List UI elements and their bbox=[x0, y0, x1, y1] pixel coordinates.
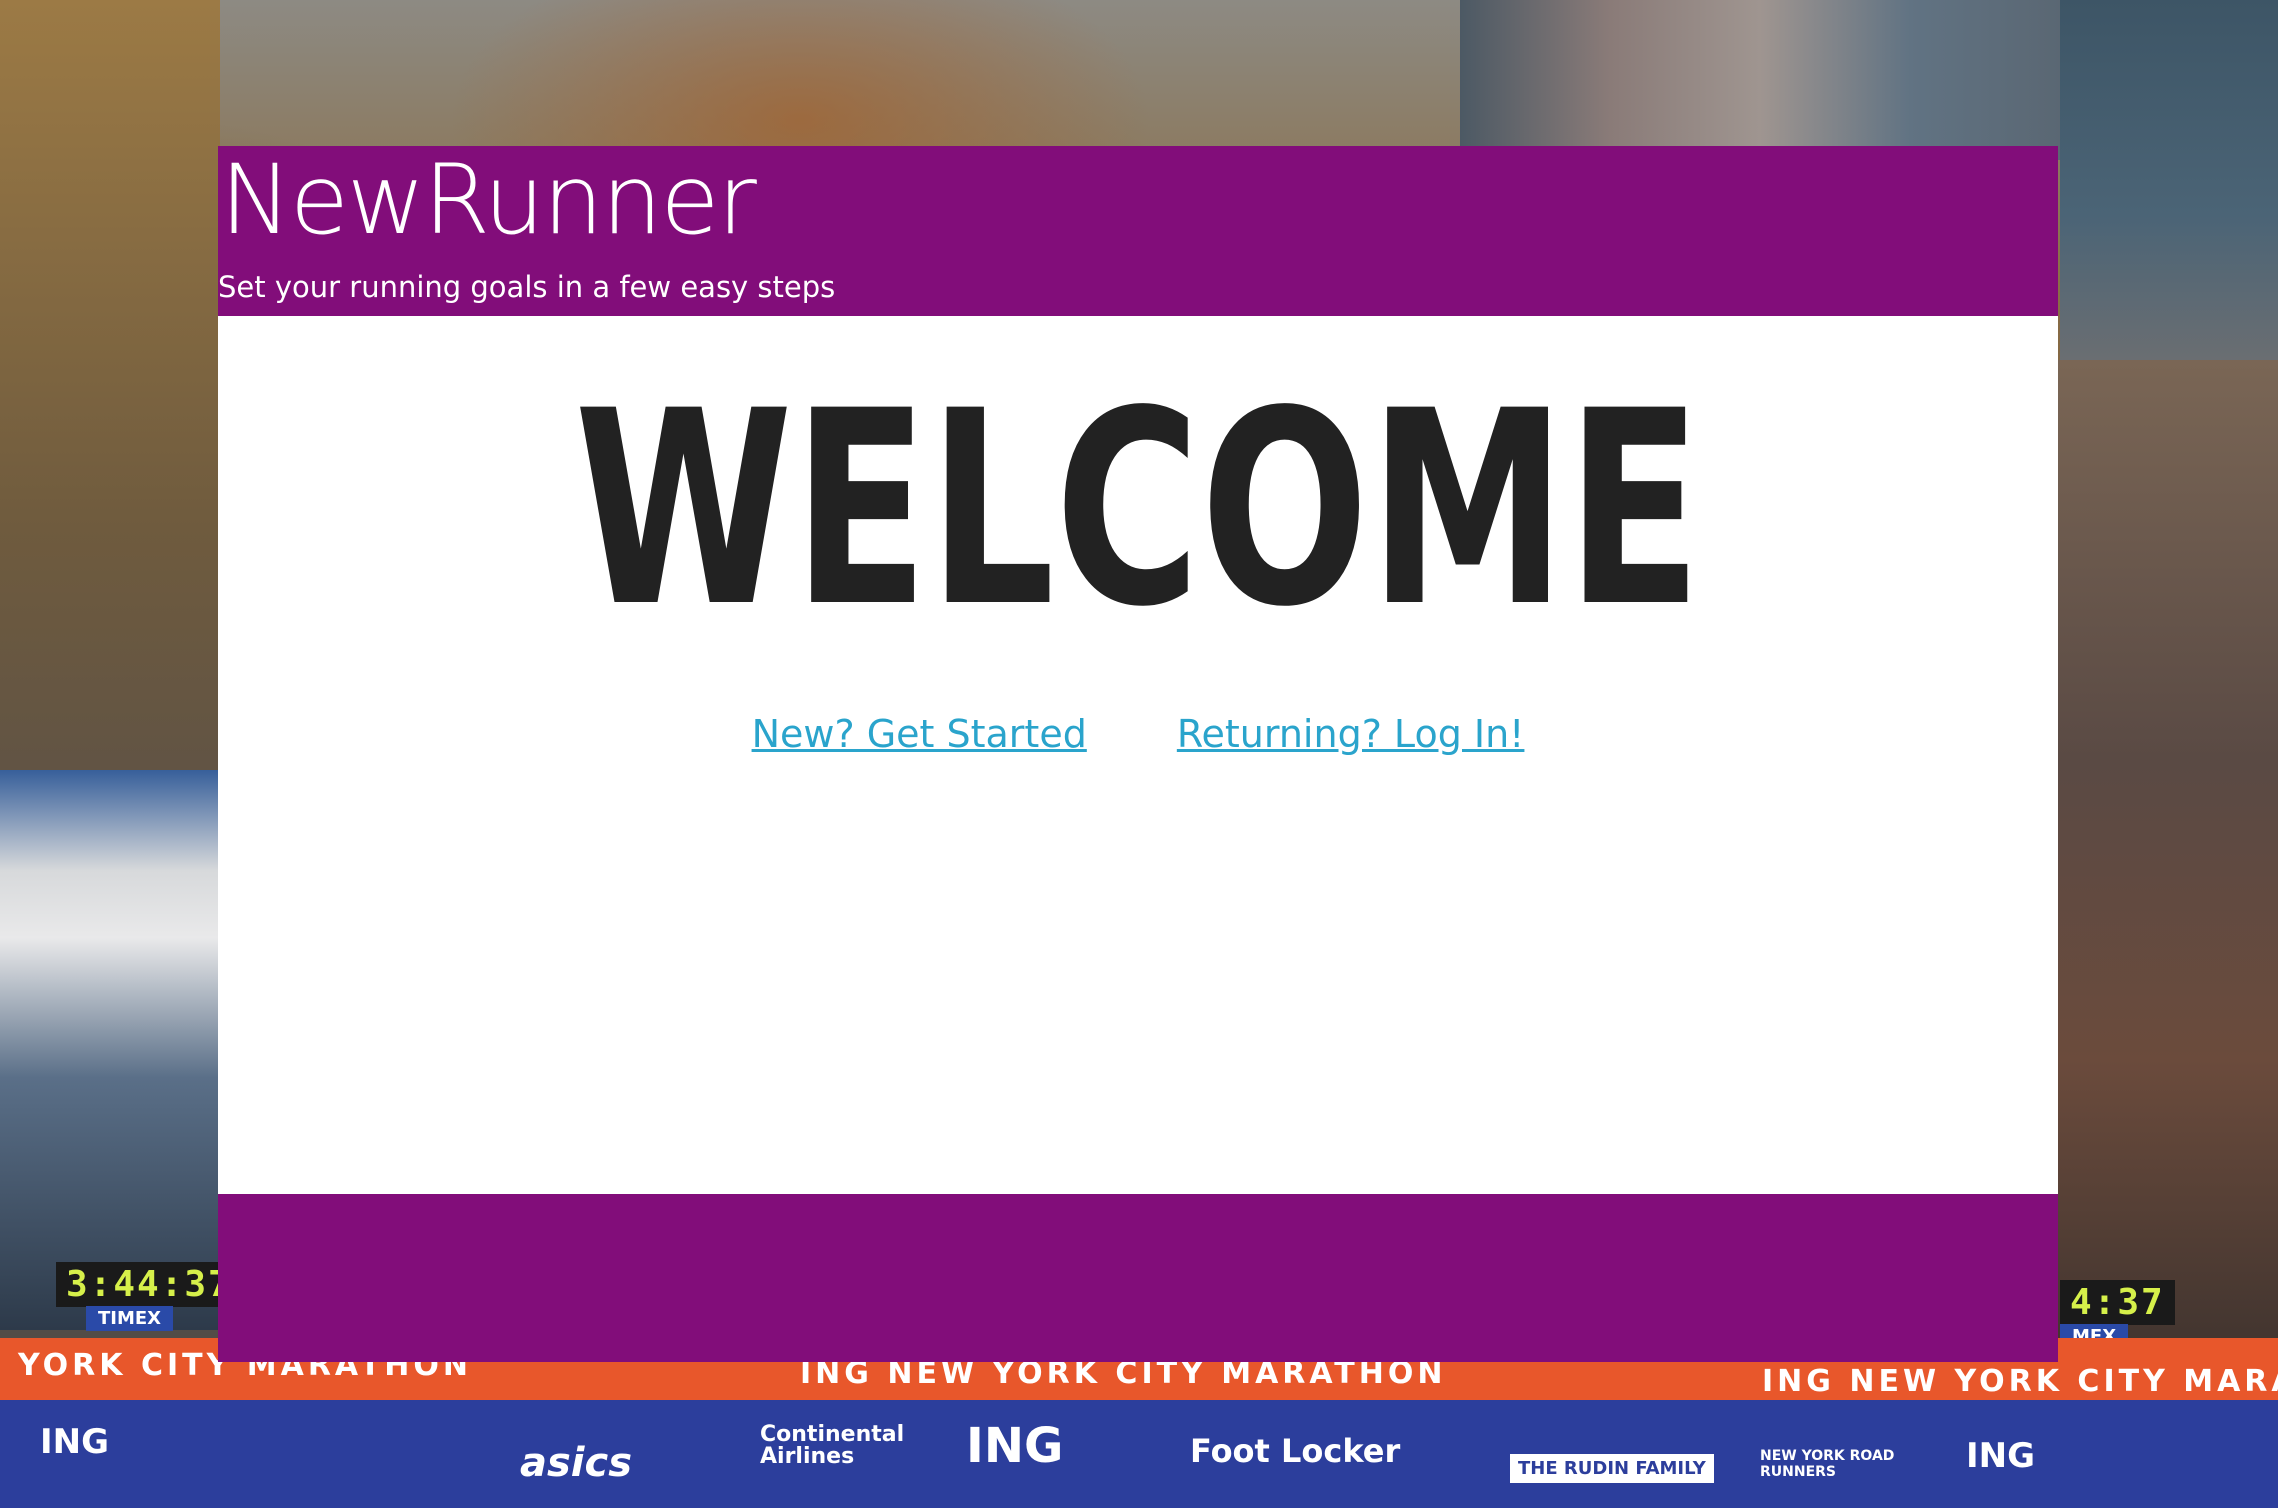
banner-text-right: ING NEW YORK CITY MARA bbox=[1762, 1364, 2278, 1399]
race-clock-left: 3:44:37 bbox=[56, 1262, 242, 1307]
sponsor-logo-nyrr: NEW YORK ROAD RUNNERS bbox=[1760, 1448, 1895, 1480]
sponsor-logo-rudin: THE RUDIN FAMILY bbox=[1510, 1454, 1714, 1483]
log-in-link[interactable]: Returning? Log In! bbox=[1177, 712, 1525, 756]
site-footer bbox=[218, 1194, 2058, 1362]
sponsor-logo-continental: Continental Airlines bbox=[760, 1422, 905, 1469]
sponsor-logo-ing-2: ING bbox=[966, 1418, 1064, 1474]
race-clock-left-brand: TIMEX bbox=[86, 1306, 174, 1331]
sponsor-logo-ing-1: ING bbox=[40, 1422, 110, 1462]
auth-links: New? Get Started Returning? Log In! bbox=[218, 712, 2058, 756]
race-clock-right: 4:37 bbox=[2060, 1280, 2175, 1325]
marathon-banner-bottom bbox=[0, 1400, 2278, 1508]
main-card: NewRunner Set your running goals in a fe… bbox=[218, 146, 2058, 1362]
background-skyline bbox=[1460, 0, 2060, 160]
tagline: Set your running goals in a few easy ste… bbox=[218, 270, 836, 304]
background-building bbox=[2060, 0, 2278, 360]
sponsor-logo-asics: asics bbox=[520, 1440, 633, 1486]
get-started-link[interactable]: New? Get Started bbox=[752, 712, 1087, 756]
sponsor-logo-foot-locker: Foot Locker bbox=[1190, 1432, 1401, 1470]
sponsor-logo-ing-3: ING bbox=[1966, 1436, 2036, 1476]
site-header: NewRunner Set your running goals in a fe… bbox=[218, 146, 2058, 316]
brand-title[interactable]: NewRunner bbox=[220, 147, 757, 254]
page: 3:44:37 TIMEX 4:37 MEX YORK CITY MARATHO… bbox=[0, 0, 2278, 1508]
background-crowd bbox=[2058, 360, 2278, 1360]
background-tent bbox=[0, 770, 220, 1330]
welcome-heading: WELCOME bbox=[574, 354, 1702, 666]
